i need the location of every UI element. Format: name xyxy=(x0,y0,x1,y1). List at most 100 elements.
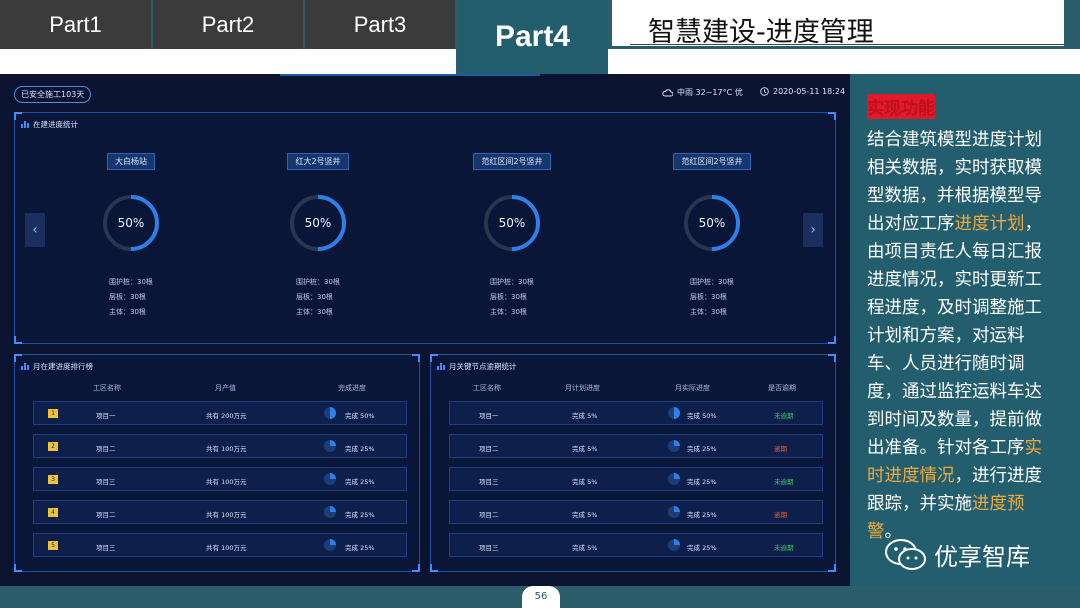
completion-progress: 完成 25% xyxy=(345,445,375,453)
stat-line: 围护桩：30根 xyxy=(296,278,340,286)
rank-badge: 3 xyxy=(48,475,58,484)
actual-progress: 完成 25% xyxy=(687,544,717,552)
planned-progress: 完成 5% xyxy=(572,478,598,486)
monthly-value: 共有 100万元 xyxy=(206,478,247,486)
project-name: 项目一 xyxy=(96,412,116,420)
panel-title: 月在建进度排行榜 xyxy=(21,361,93,372)
description-sidebar: 实现功能 结合建筑模型进度计划相关数据，实时获取模型数据，并根据模型导出对应工序… xyxy=(850,74,1080,586)
overdue-status: 未逾期 xyxy=(774,544,794,552)
panel-corner xyxy=(828,112,836,120)
planned-progress: 完成 5% xyxy=(572,412,598,420)
site-name: 红大2号竖井 xyxy=(287,153,349,170)
header-strip xyxy=(0,49,456,74)
column-header: 月产值 xyxy=(215,384,236,392)
actual-progress: 完成 50% xyxy=(687,412,717,420)
rank-badge: 2 xyxy=(48,442,58,451)
stat-line: 层板：30根 xyxy=(490,293,527,301)
stat-line: 围护桩：30根 xyxy=(490,278,534,286)
header-strip-right xyxy=(608,49,1080,74)
project-name: 项目二 xyxy=(479,445,499,453)
stat-line: 围护桩：30根 xyxy=(109,278,153,286)
ranking-row[interactable]: 2 项目二 共有 100万元 完成 25% xyxy=(33,434,407,458)
ranking-row[interactable]: 4 项目二 共有 100万元 完成 25% xyxy=(33,500,407,524)
panel-title: 月关键节点逾期统计 xyxy=(437,361,517,372)
progress-pie-icon xyxy=(324,440,336,452)
tab-part2[interactable]: Part2 xyxy=(153,0,303,49)
project-name: 项目三 xyxy=(96,544,116,552)
milestone-panel: 月关键节点逾期统计 工区名称 月计划进度 月实际进度 是否逾期 项目一 完成 5%… xyxy=(430,354,836,572)
completion-progress: 完成 25% xyxy=(345,478,375,486)
clock-icon xyxy=(760,87,769,96)
overdue-status: 逾期 xyxy=(774,511,787,519)
milestone-panel-title: 月关键节点逾期统计 xyxy=(449,362,517,371)
tab-part1[interactable]: Part1 xyxy=(0,0,151,49)
ring-percent: 50% xyxy=(698,216,726,230)
rank-badge: 4 xyxy=(48,508,58,517)
project-name: 项目三 xyxy=(96,478,116,486)
monthly-value: 共有 100万元 xyxy=(206,511,247,519)
site-stats: 围护桩：30根 层板：30根 主体：30根 xyxy=(690,275,734,320)
planned-progress: 完成 5% xyxy=(572,445,598,453)
top-accent-line xyxy=(280,74,540,76)
rank-badge: 1 xyxy=(48,409,58,418)
weather-info: 中雨 32~17°C 优 xyxy=(662,87,743,98)
milestone-row[interactable]: 项目三 完成 5% 完成 25% 未逾期 xyxy=(449,533,823,557)
ring-percent: 50% xyxy=(498,216,526,230)
stat-line: 层板：30根 xyxy=(109,293,146,301)
chevron-right-icon: › xyxy=(810,222,816,238)
ranking-panel-title: 月在建进度排行榜 xyxy=(33,362,93,371)
highlight-text: 进度计划 xyxy=(954,214,1025,234)
wechat-icon xyxy=(885,538,926,570)
dashboard-screenshot: 已安全施工103天 中雨 32~17°C 优 2020-05-11 18:24 … xyxy=(0,74,850,586)
column-header: 是否逾期 xyxy=(768,384,796,392)
rank-badge: 5 xyxy=(48,541,58,550)
milestone-row[interactable]: 项目一 完成 5% 完成 50% 未逾期 xyxy=(449,401,823,425)
column-header: 月实际进度 xyxy=(675,384,710,392)
milestone-row[interactable]: 项目二 完成 5% 完成 25% 逾期 xyxy=(449,500,823,524)
planned-progress: 完成 5% xyxy=(572,544,598,552)
progress-pie-icon xyxy=(668,506,680,518)
project-name: 项目一 xyxy=(479,412,499,420)
title-underline xyxy=(630,44,1064,45)
progress-panel-title: 在建进度统计 xyxy=(33,120,78,129)
ranking-row[interactable]: 1 项目一 共有 200万元 完成 50% xyxy=(33,401,407,425)
column-header: 工区名称 xyxy=(93,384,121,392)
tab-part4[interactable]: Part4 xyxy=(457,0,608,74)
bars-icon xyxy=(437,363,445,370)
overdue-status: 未逾期 xyxy=(774,478,794,486)
panel-corner xyxy=(412,564,420,572)
project-name: 项目三 xyxy=(479,544,499,552)
stat-line: 主体：30根 xyxy=(690,308,727,316)
stat-line: 主体：30根 xyxy=(109,308,146,316)
panel-corner xyxy=(430,564,438,572)
progress-ring: 50% xyxy=(482,193,542,253)
column-header: 月计划进度 xyxy=(565,384,600,392)
datetime-info: 2020-05-11 18:24 xyxy=(760,87,845,96)
project-name: 项目二 xyxy=(96,445,116,453)
watermark: 优享智库 xyxy=(884,537,1030,572)
ring-percent: 50% xyxy=(117,216,145,230)
project-name: 项目二 xyxy=(479,511,499,519)
milestone-row[interactable]: 项目三 完成 5% 完成 25% 未逾期 xyxy=(449,467,823,491)
site-name: 大白杨站 xyxy=(107,153,155,170)
site-stats: 围护桩：30根 层板：30根 主体：30根 xyxy=(490,275,534,320)
site-card: 红大2号竖井 50% 围护桩：30根 层板：30根 主体：30根 xyxy=(228,149,408,316)
progress-pie-icon xyxy=(324,407,336,419)
progress-pie-icon xyxy=(324,473,336,485)
progress-pie-icon xyxy=(668,539,680,551)
actual-progress: 完成 25% xyxy=(687,511,717,519)
datetime-text: 2020-05-11 18:24 xyxy=(773,87,846,96)
monthly-value: 共有 200万元 xyxy=(206,412,247,420)
progress-pie-icon xyxy=(324,506,336,518)
carousel-prev-button[interactable]: ‹ xyxy=(25,213,45,247)
ranking-row[interactable]: 3 项目三 共有 100万元 完成 25% xyxy=(33,467,407,491)
planned-progress: 完成 5% xyxy=(572,511,598,519)
tab-part3[interactable]: Part3 xyxy=(305,0,455,49)
watermark-text: 优享智库 xyxy=(934,543,1030,571)
milestone-row[interactable]: 项目二 完成 5% 完成 25% 逾期 xyxy=(449,434,823,458)
monthly-value: 共有 100万元 xyxy=(206,445,247,453)
ranking-row[interactable]: 5 项目三 共有 100万元 完成 25% xyxy=(33,533,407,557)
actual-progress: 完成 25% xyxy=(687,445,717,453)
carousel-next-button[interactable]: › xyxy=(803,213,823,247)
completion-progress: 完成 25% xyxy=(345,511,375,519)
